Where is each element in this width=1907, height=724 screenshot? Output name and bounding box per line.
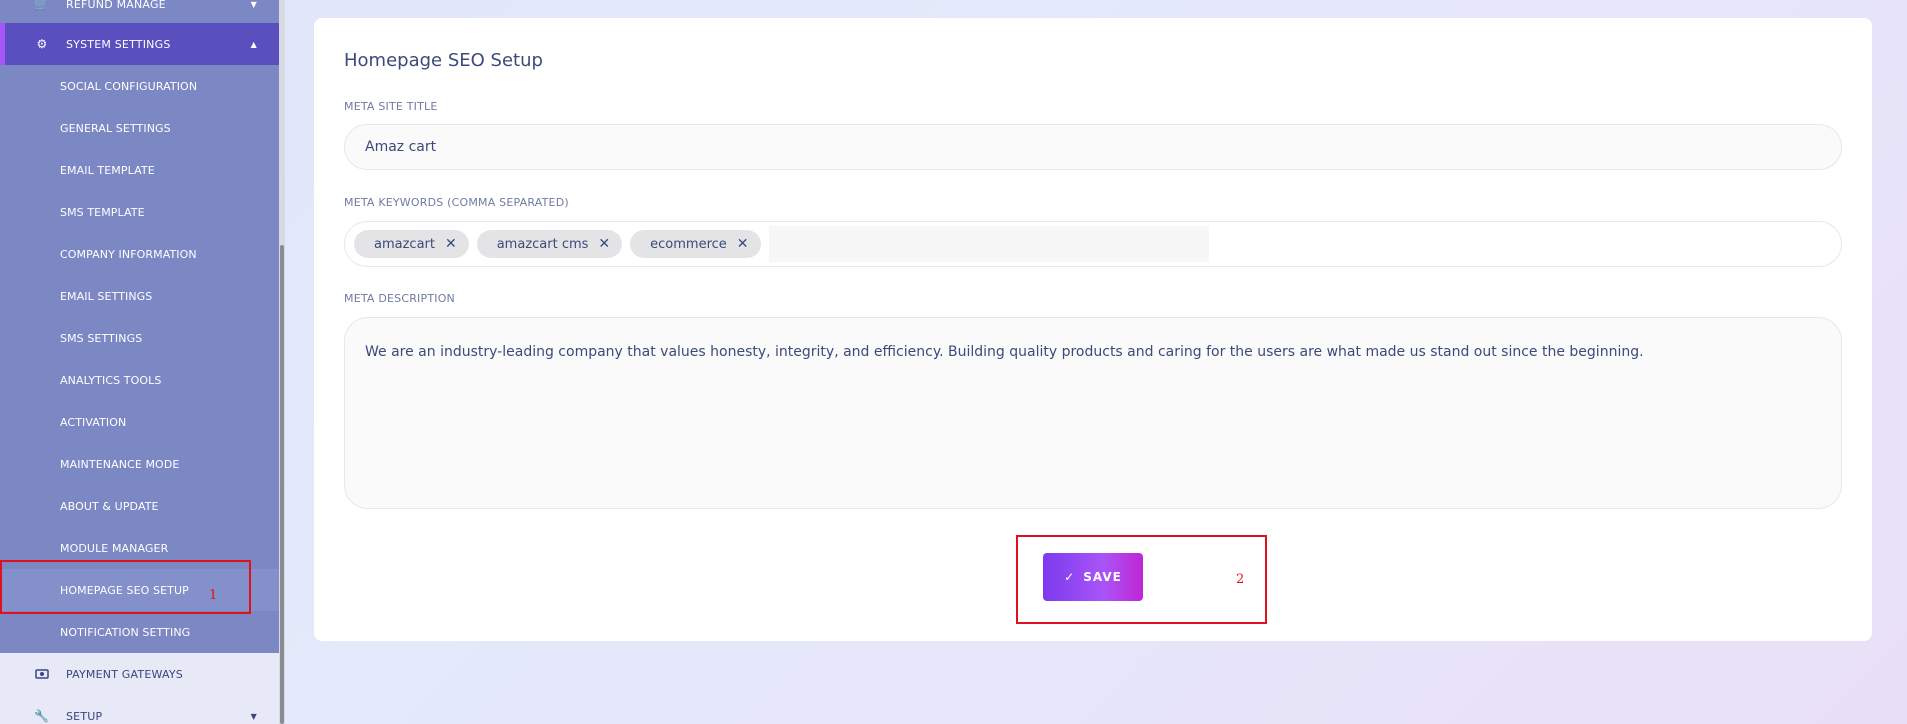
keyword-tag-label: amazcart cms xyxy=(496,236,589,252)
sidebar-subitem-sms-settings[interactable]: SMS SETTINGS xyxy=(0,317,279,359)
page-title: Homepage SEO Setup xyxy=(344,50,543,71)
sidebar-subitem-label: COMPANY INFORMATION xyxy=(60,247,197,261)
sidebar-subitem-email-template[interactable]: EMAIL TEMPLATE xyxy=(0,149,279,191)
meta-keywords-label: META KEYWORDS (COMMA SEPARATED) xyxy=(344,196,569,209)
cart-icon: 🛒 xyxy=(34,0,50,11)
keyword-tag-label: amazcart xyxy=(374,236,435,252)
close-icon[interactable]: ✕ xyxy=(598,236,610,252)
meta-keywords-input[interactable]: amazcart ✕ amazcart cms ✕ ecommerce ✕ xyxy=(344,221,1842,267)
sidebar-subitem-label: GENERAL SETTINGS xyxy=(60,121,171,135)
scrollbar-thumb[interactable] xyxy=(280,245,284,724)
keyword-tag: amazcart ✕ xyxy=(354,230,469,258)
sidebar-subitem-email-settings[interactable]: EMAIL SETTINGS xyxy=(0,275,279,317)
sidebar-subitem-label: ABOUT & UPDATE xyxy=(60,499,159,513)
sidebar-subitem-company-information[interactable]: COMPANY INFORMATION xyxy=(0,233,279,275)
sidebar-subitem-label: ANALYTICS TOOLS xyxy=(60,373,162,387)
close-icon[interactable]: ✕ xyxy=(737,236,749,252)
chevron-up-icon: ▲ xyxy=(250,39,257,49)
chevron-down-icon: ▼ xyxy=(250,0,257,9)
sidebar-item-system-settings[interactable]: ⚙ SYSTEM SETTINGS ▲ xyxy=(0,23,279,65)
sidebar-subitem-label: MAINTENANCE MODE xyxy=(60,457,180,471)
sidebar-subitem-label: EMAIL SETTINGS xyxy=(60,289,153,303)
sidebar-item-label: REFUND MANAGE xyxy=(66,0,166,11)
sidebar-subitem-label: SOCIAL CONFIGURATION xyxy=(60,79,198,93)
gear-icon: ⚙ xyxy=(36,37,48,51)
keyword-entry-field[interactable] xyxy=(768,226,1209,262)
chevron-down-icon: ▼ xyxy=(250,711,257,721)
meta-description-label: META DESCRIPTION xyxy=(344,292,455,305)
close-icon[interactable]: ✕ xyxy=(445,236,457,252)
sidebar-subitem-notification-setting[interactable]: NOTIFICATION SETTING xyxy=(0,611,279,653)
sidebar-subitem-label: ACTIVATION xyxy=(60,415,127,429)
sidebar-subitem-maintenance-mode[interactable]: MAINTENANCE MODE xyxy=(0,443,279,485)
sidebar-subitem-about-update[interactable]: ABOUT & UPDATE xyxy=(0,485,279,527)
sidebar-subitem-label: SMS SETTINGS xyxy=(60,331,143,345)
sidebar-subitem-activation[interactable]: ACTIVATION xyxy=(0,401,279,443)
sidebar-subitem-label: SMS TEMPLATE xyxy=(60,205,145,219)
meta-description-textarea[interactable]: We are an industry-leading company that … xyxy=(344,317,1842,509)
annotation-number-1: 1 xyxy=(209,588,218,603)
sidebar-subitem-general-settings[interactable]: GENERAL SETTINGS xyxy=(0,107,279,149)
wrench-icon: 🔧 xyxy=(34,709,50,723)
sidebar: 🛒 REFUND MANAGE ▼ ⚙ SYSTEM SETTINGS ▲ SO… xyxy=(0,0,279,724)
meta-title-label: META SITE TITLE xyxy=(344,100,438,113)
annotation-number-2: 2 xyxy=(1236,572,1245,587)
sidebar-subitem-sms-template[interactable]: SMS TEMPLATE xyxy=(0,191,279,233)
keyword-tag: amazcart cms ✕ xyxy=(476,230,623,258)
sidebar-scrollbar[interactable] xyxy=(279,0,285,724)
sidebar-subitem-label: EMAIL TEMPLATE xyxy=(60,163,155,177)
sidebar-item-label: SYSTEM SETTINGS xyxy=(66,37,171,51)
keyword-tag: ecommerce ✕ xyxy=(630,230,761,258)
sidebar-subitem-label: NOTIFICATION SETTING xyxy=(60,625,191,639)
sidebar-subitem-label: MODULE MANAGER xyxy=(60,541,169,555)
sidebar-item-setup[interactable]: 🔧 SETUP ▼ xyxy=(0,695,279,724)
sidebar-item-label: PAYMENT GATEWAYS xyxy=(66,667,183,681)
meta-title-input[interactable]: Amaz cart xyxy=(344,124,1842,170)
annotation-box-1 xyxy=(0,560,251,614)
sidebar-subitem-analytics-tools[interactable]: ANALYTICS TOOLS xyxy=(0,359,279,401)
sidebar-subitem-social-configuration[interactable]: SOCIAL CONFIGURATION xyxy=(0,65,279,107)
annotation-box-2 xyxy=(1016,535,1267,624)
keyword-tag-label: ecommerce xyxy=(650,236,727,252)
sidebar-item-refund-manage[interactable]: 🛒 REFUND MANAGE ▼ xyxy=(0,0,279,25)
sidebar-item-payment-gateways[interactable]: PAYMENT GATEWAYS xyxy=(0,653,279,695)
sidebar-item-label: SETUP xyxy=(66,709,103,723)
money-icon xyxy=(34,666,50,682)
